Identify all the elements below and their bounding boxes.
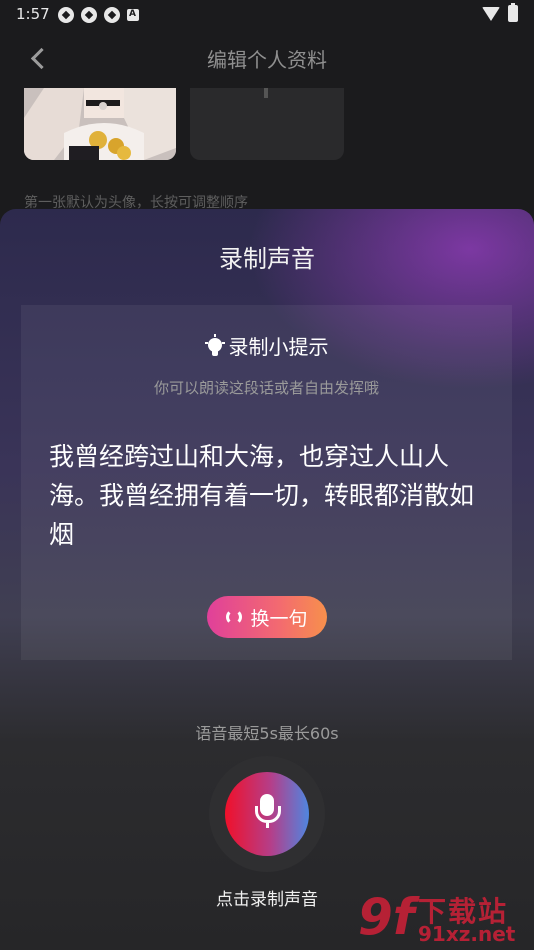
lightbulb-icon <box>204 333 225 358</box>
reading-text: 我曾经跨过山和大海，也穿过人山人海。我曾经拥有着一切，转眼都消散如烟 <box>49 442 475 549</box>
notification-a-icon <box>127 9 139 21</box>
page-title: 编辑个人资料 <box>207 48 327 72</box>
tips-card: 录制小提示 你可以朗读这段话或者自由发挥哦 我曾经跨过山和大海，也穿过人山人海。… <box>21 305 512 660</box>
microphone-icon <box>254 794 281 832</box>
avatar-image <box>24 88 176 160</box>
add-photo-slot[interactable] <box>190 88 344 160</box>
change-sentence-button[interactable]: 换一句 <box>207 596 327 638</box>
change-sentence-label: 换一句 <box>250 607 308 630</box>
add-icon <box>264 88 268 98</box>
watermark-logo: 9f <box>358 888 415 946</box>
tips-subtitle: 你可以朗读这段话或者自由发挥哦 <box>153 379 379 397</box>
top-bar: 编辑个人资料 <box>0 36 534 82</box>
notification-icon <box>81 7 97 23</box>
tips-header: 录制小提示 <box>21 331 512 360</box>
record-button[interactable] <box>225 772 309 856</box>
notification-icons <box>58 7 139 23</box>
wifi-icon <box>482 6 500 21</box>
notification-icon <box>104 7 120 23</box>
status-bar: 1:57 <box>0 0 534 30</box>
battery-icon <box>508 3 518 22</box>
duration-limit-text: 语音最短5s最长60s <box>195 724 339 743</box>
record-button-ring <box>209 756 325 872</box>
sheet-title: 录制声音 <box>219 245 315 273</box>
status-time: 1:57 <box>16 5 50 23</box>
watermark-url: 91xz.net <box>418 922 516 946</box>
tips-title: 录制小提示 <box>228 335 329 359</box>
refresh-icon <box>226 609 243 625</box>
record-voice-sheet: 录制声音 录制小提示 你可以朗读这段话或者自由发挥哦 我曾经跨过山和大海，也穿过… <box>0 209 534 950</box>
avatar-photo[interactable] <box>24 88 176 160</box>
watermark: 9f 下载站 91xz.net <box>358 888 528 948</box>
notification-icon <box>58 7 74 23</box>
